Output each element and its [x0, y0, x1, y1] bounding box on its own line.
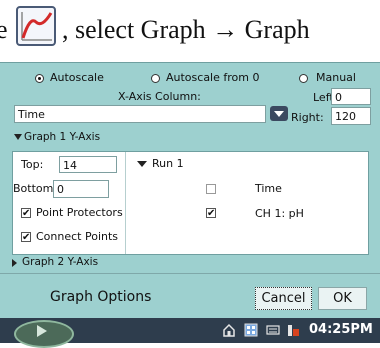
home-icon[interactable] [222, 323, 236, 337]
graph-icon [16, 6, 56, 46]
connect-points-checkbox[interactable]: ✔ [21, 232, 31, 243]
radio-manual[interactable] [299, 74, 308, 83]
apps-icon[interactable] [244, 323, 258, 337]
chevron-down-icon[interactable] [270, 106, 288, 121]
triangle-down-icon[interactable] [14, 134, 22, 140]
run-label: Run 1 [152, 157, 184, 170]
instruction-line: e , select Graph → Graph [0, 0, 380, 60]
top-label: Top: [21, 158, 44, 171]
bottom-label: Bottom: [13, 182, 58, 195]
triangle-down-icon[interactable] [137, 161, 147, 167]
battery-icon [288, 325, 299, 336]
graph2-header[interactable]: Graph 2 Y-Axis [22, 256, 98, 268]
keyboard-icon[interactable] [266, 323, 280, 337]
instruction-prefix: e [0, 15, 8, 44]
top-input[interactable]: 14 [59, 156, 117, 173]
ch1-ph-checkbox[interactable]: ✔ [206, 208, 216, 219]
right-label: Right: [291, 111, 324, 124]
instruction-text: , select Graph → Graph [62, 15, 310, 44]
triangle-right-icon[interactable] [12, 259, 17, 267]
x-axis-column-label: X-Axis Column: [118, 90, 201, 103]
connect-points-label: Connect Points [36, 230, 119, 243]
dialog-title: Graph Options [50, 289, 152, 305]
radio-autoscale[interactable] [35, 74, 44, 83]
taskbar: 04:25PM [0, 318, 380, 348]
point-protectors-checkbox[interactable]: ✔ [21, 208, 31, 219]
time-column-label: Time [255, 182, 282, 195]
ch1-ph-column-label: CH 1: pH [255, 207, 304, 220]
x-axis-column-select[interactable]: Time [14, 105, 266, 123]
panel-divider [125, 152, 126, 254]
radio-autoscale-label: Autoscale [50, 71, 104, 84]
clock: 04:25PM [309, 322, 373, 337]
bottom-input[interactable]: 0 [53, 180, 109, 198]
left-input[interactable]: 0 [331, 88, 371, 105]
radio-autoscale-from-zero-label: Autoscale from 0 [166, 71, 260, 84]
right-input[interactable]: 120 [331, 107, 371, 125]
ok-button[interactable]: OK [318, 287, 367, 310]
graph1-header[interactable]: Graph 1 Y-Axis [24, 131, 100, 143]
radio-manual-label: Manual [316, 71, 356, 84]
play-icon [37, 325, 47, 337]
point-protectors-label: Point Protectors [36, 206, 123, 219]
graph1-panel: Top: 14 Bottom: 0 ✔ Point Protectors ✔ C… [12, 151, 369, 255]
graph-options-dialog: Autoscale Autoscale from 0 Manual X-Axis… [0, 62, 380, 319]
radio-autoscale-from-zero[interactable] [151, 74, 160, 83]
footer-divider [0, 273, 380, 274]
cancel-button[interactable]: Cancel [255, 287, 312, 310]
time-checkbox[interactable] [206, 184, 216, 194]
